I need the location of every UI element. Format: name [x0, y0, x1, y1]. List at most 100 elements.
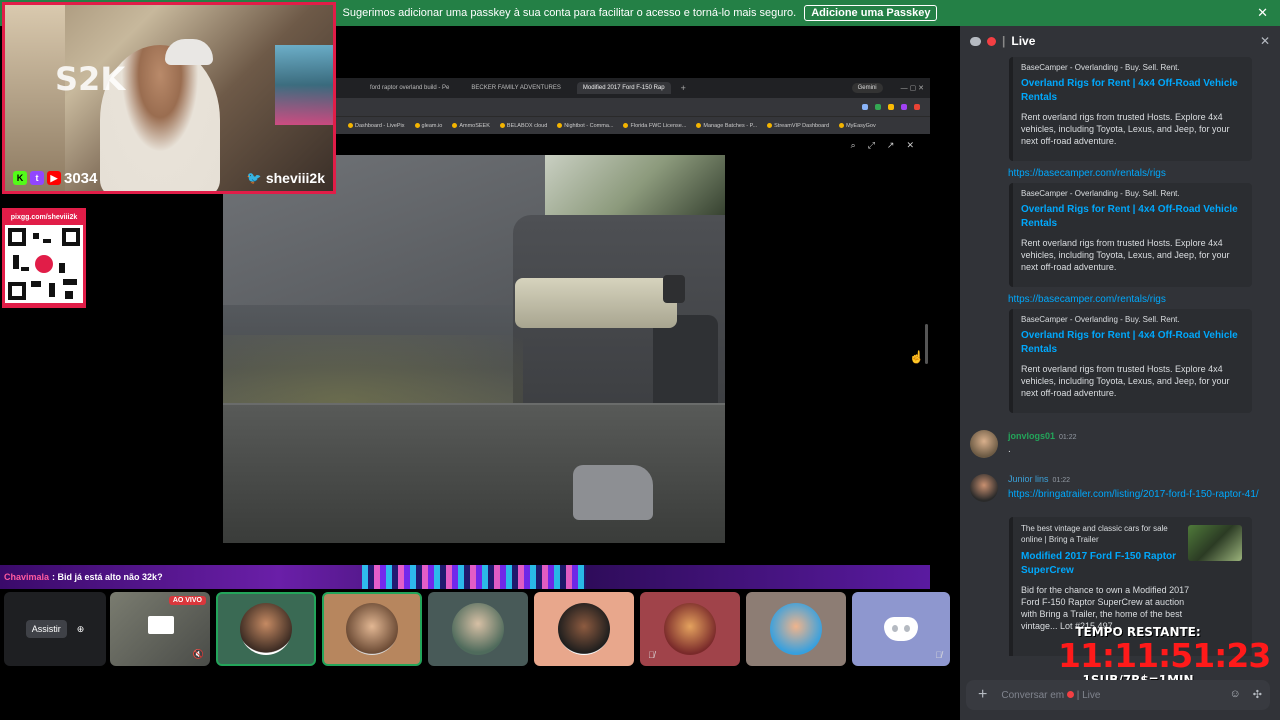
avatar[interactable]: [970, 430, 998, 458]
bookmark-item[interactable]: Nightbot - Comma...: [557, 123, 613, 129]
truck-door-photo: [223, 155, 725, 543]
share-icon[interactable]: ↗: [887, 140, 895, 151]
message-author: Junior lins 01:22: [1008, 474, 1070, 484]
participant-tile[interactable]: [534, 592, 634, 666]
youtube-icon: ▶: [47, 171, 61, 185]
viewer-count: K t ▶ 3034: [13, 170, 97, 187]
bookmarks-bar: Dashboard - LivePix gleam.io AmmoSEEK BE…: [336, 116, 930, 134]
bookmark-item[interactable]: gleam.io: [414, 123, 442, 129]
discord-icon: [884, 617, 918, 641]
participant-tile[interactable]: [746, 592, 846, 666]
browser-tab-1[interactable]: ford raptor overland build - Pe: [364, 82, 455, 94]
bookmark-item[interactable]: MyEasyGov: [839, 123, 876, 129]
avatar: [346, 603, 398, 655]
watch-tile: Assistir ⊕: [4, 592, 106, 666]
participant-tile[interactable]: 🎙̸: [852, 592, 950, 666]
zoom-icon[interactable]: ⌕: [851, 140, 856, 151]
watch-button[interactable]: Assistir: [25, 620, 67, 638]
extension-icon[interactable]: [901, 104, 907, 110]
message-time: 01:22: [1052, 477, 1071, 484]
chat-link[interactable]: https://bringatrailer.com/listing/2017-f…: [1008, 487, 1268, 502]
embed-title[interactable]: Overland Rigs for Rent | 4x4 Off-Road Ve…: [1021, 203, 1244, 231]
extension-icon[interactable]: [914, 104, 920, 110]
link-embed: BaseCamper - Overlanding - Buy. Sell. Re…: [1009, 57, 1252, 161]
extension-icon[interactable]: [862, 104, 868, 110]
embed-provider: BaseCamper - Overlanding - Buy. Sell. Re…: [1021, 315, 1180, 324]
apps-icon[interactable]: ✣: [1253, 688, 1262, 701]
banner-text: Sugerimos adicionar uma passkey à sua co…: [342, 7, 797, 19]
link-embed: BaseCamper - Overlanding - Buy. Sell. Re…: [1009, 183, 1252, 287]
chat-panel-header: | Live: [960, 26, 1280, 56]
add-attachment-icon[interactable]: +: [978, 686, 987, 704]
live-dot-icon: [987, 36, 996, 46]
bookmark-item[interactable]: AmmoSEEK: [452, 123, 490, 129]
input-placeholder: Conversar em | Live: [1001, 689, 1101, 701]
channel-logo: S2K: [55, 60, 126, 98]
embed-thumbnail[interactable]: [1188, 525, 1242, 561]
qr-code: [5, 225, 83, 303]
embed-title[interactable]: Overland Rigs for Rent | 4x4 Off-Road Ve…: [1021, 329, 1244, 357]
chat-link[interactable]: https://basecamper.com/rentals/rigs: [1008, 294, 1166, 305]
avatar: [452, 603, 504, 655]
author-name[interactable]: Junior lins: [1008, 474, 1049, 484]
emoji-icon[interactable]: ☺: [1230, 688, 1241, 701]
overlay-art: [362, 565, 586, 589]
add-passkey-button[interactable]: Adicione uma Passkey: [804, 5, 938, 21]
chat-input[interactable]: + Conversar em | Live ☺ ✣: [966, 680, 1270, 710]
chat-messages: BaseCamper - Overlanding - Buy. Sell. Re…: [960, 56, 1280, 656]
handle-text: sheviii2k: [265, 170, 325, 186]
window-controls-icon[interactable]: — ▢ ✕: [901, 84, 924, 92]
stream-preview-tile[interactable]: AO VIVO 🔇: [110, 592, 210, 666]
message-time: 01:22: [1059, 434, 1077, 441]
twitter-icon: 🐦: [246, 171, 262, 185]
viewer-scrollbar[interactable]: [925, 324, 928, 364]
muted-mic-icon: 🎙̸: [648, 650, 655, 660]
message-author: jonvlogs01 01:22: [1008, 431, 1077, 441]
avatar: [770, 603, 822, 655]
qr-label: pixgg.com/sheviii2k: [10, 214, 78, 221]
banner-close-icon[interactable]: ✕: [1257, 5, 1268, 21]
browser-tabs: ford raptor overland build - Pe BECKER F…: [336, 78, 930, 98]
popout-icon[interactable]: ⊕: [77, 624, 85, 635]
chat-link[interactable]: https://basecamper.com/rentals/rigs: [1008, 168, 1166, 179]
voice-chat-panel: | Live ✕ BaseCamper - Overlanding - Buy.…: [960, 26, 1280, 720]
bookmark-item[interactable]: StreamVIP Dashboard: [767, 123, 829, 129]
gemini-button[interactable]: Gemini: [851, 83, 883, 93]
participant-tile[interactable]: 🎙̸: [640, 592, 740, 666]
close-icon[interactable]: ✕: [1260, 34, 1270, 48]
bookmark-item[interactable]: Dashboard - LivePix: [348, 123, 405, 129]
mouse-cursor-icon: ☝: [909, 350, 924, 364]
embed-provider: The best vintage and classic cars for sa…: [1021, 524, 1168, 544]
close-icon[interactable]: ✕: [906, 140, 914, 151]
volume-mute-icon[interactable]: 🔇: [193, 649, 204, 660]
overlay-chat-strip: Chavimala : Bid já está alto não 32k?: [0, 565, 930, 589]
timer-clock: 11:11:51:23: [1058, 636, 1271, 675]
strip-message: : Bid já está alto não 32k?: [52, 572, 163, 582]
bookmark-item[interactable]: Manage Batches - P...: [696, 123, 757, 129]
participant-tile[interactable]: [322, 592, 422, 666]
new-tab-icon[interactable]: +: [681, 83, 686, 93]
fullscreen-icon[interactable]: ⤢: [868, 140, 875, 151]
webcam-overlay: S2K K t ▶ 3034 🐦 sheviii2k: [2, 2, 336, 194]
viewer-count-value: 3034: [64, 169, 98, 187]
embed-title[interactable]: Overland Rigs for Rent | 4x4 Off-Road Ve…: [1021, 77, 1244, 105]
strip-username: Chavimala: [4, 572, 50, 582]
bookmark-item[interactable]: Florida FWC License...: [623, 123, 686, 129]
viewer-toolbar: ⌕ ⤢ ↗ ✕: [851, 140, 914, 151]
extension-icon[interactable]: [888, 104, 894, 110]
browser-tab-2[interactable]: BECKER FAMILY ADVENTURES: [465, 82, 566, 94]
author-name[interactable]: jonvlogs01: [1008, 431, 1055, 441]
embed-provider: BaseCamper - Overlanding - Buy. Sell. Re…: [1021, 189, 1180, 198]
extension-icon[interactable]: [875, 104, 881, 110]
voice-participants: Assistir ⊕ AO VIVO 🔇 🎙̸ 🎙̸: [4, 592, 950, 668]
avatar[interactable]: [970, 474, 998, 502]
participant-tile[interactable]: [216, 592, 316, 666]
embed-provider: BaseCamper - Overlanding - Buy. Sell. Re…: [1021, 63, 1180, 72]
chat-panel-title: Live: [1011, 34, 1036, 48]
bookmark-item[interactable]: BELABOX cloud: [499, 123, 547, 129]
browser-tab-3[interactable]: Modified 2017 Ford F-150 Rap: [576, 82, 671, 94]
embed-description: Rent overland rigs from trusted Hosts. E…: [1021, 238, 1230, 272]
participant-tile[interactable]: [428, 592, 528, 666]
embed-title[interactable]: Modified 2017 Ford F-150 Raptor SuperCre…: [1021, 550, 1191, 578]
avatar: [664, 603, 716, 655]
